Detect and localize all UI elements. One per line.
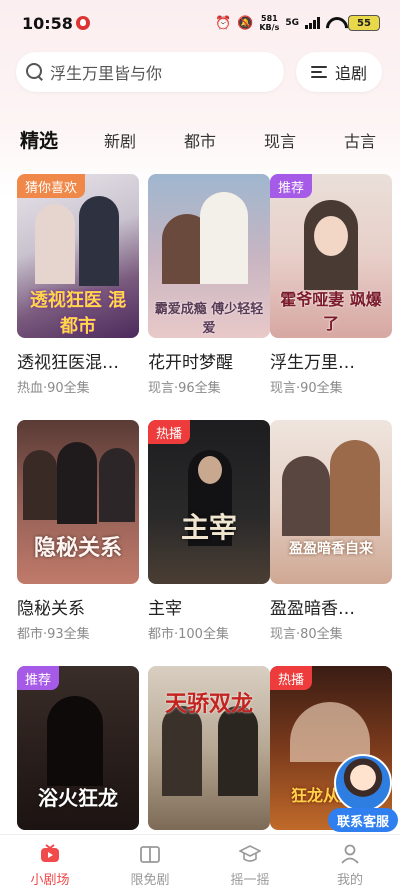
- nav-theater[interactable]: 小剧场: [0, 835, 100, 889]
- nav-mine[interactable]: 我的: [300, 835, 400, 889]
- drama-card[interactable]: 主宰 热播 主宰 都市·100全集: [148, 420, 270, 642]
- signal-icon: [305, 17, 320, 29]
- poster-title: 霍爷哑妻 飒爆了: [280, 290, 382, 333]
- tab-featured[interactable]: 精选: [20, 126, 58, 153]
- drama-meta: 都市·93全集: [17, 627, 90, 642]
- network-speed: 581 KB/s: [259, 14, 279, 32]
- mute-icon: 🔕: [237, 15, 254, 31]
- follow-drama-label: 追剧: [334, 64, 367, 83]
- tab-new[interactable]: 新剧: [104, 128, 136, 152]
- nav-free-label: 限免剧: [130, 873, 170, 888]
- nav-theater-label: 小剧场: [30, 873, 70, 888]
- drama-meta: 现言·80全集: [270, 627, 343, 642]
- search-icon: [26, 63, 44, 81]
- drama-card[interactable]: 隐秘关系 隐秘关系 都市·93全集: [17, 420, 139, 642]
- speed-value: 581: [261, 14, 278, 23]
- drama-meta: 现言·90全集: [270, 381, 343, 396]
- drama-card[interactable]: 霍爷哑妻 飒爆了 推荐 浮生万里… 现言·90全集: [270, 174, 392, 396]
- drama-card[interactable]: 天骄双龙: [148, 666, 270, 830]
- person-icon: [339, 843, 361, 865]
- nav-shake-label: 摇一摇: [230, 873, 270, 888]
- drama-title: 花开时梦醒: [148, 353, 233, 373]
- poster-title: 浴火狂龙: [38, 786, 118, 810]
- drama-card[interactable]: 浴火狂龙 推荐: [17, 666, 139, 830]
- list-icon: [310, 65, 329, 79]
- poster-tag: 猜你喜欢: [17, 174, 86, 198]
- status-time: 10:58: [22, 14, 73, 33]
- book-icon: [139, 843, 161, 865]
- nav-shake[interactable]: 摇一摇: [200, 835, 300, 889]
- search-input[interactable]: 浮生万里皆与你: [16, 52, 284, 92]
- tab-modern-romance[interactable]: 现言: [264, 128, 296, 152]
- customer-service-avatar: [334, 754, 392, 812]
- drama-meta: 热血·90全集: [17, 381, 90, 396]
- drama-poster[interactable]: 盈盈暗香自来: [270, 420, 392, 584]
- search-placeholder: 浮生万里皆与你: [50, 64, 163, 83]
- poster-tag: 热播: [270, 666, 313, 690]
- drama-meta: 都市·100全集: [148, 627, 229, 642]
- nav-free[interactable]: 限免剧: [100, 835, 200, 889]
- drama-poster[interactable]: 主宰 热播: [148, 420, 270, 584]
- battery-icon: 55: [348, 15, 380, 31]
- poster-title: 隐秘关系: [33, 536, 122, 561]
- alarm-icon: ⏰: [214, 15, 232, 31]
- drama-poster[interactable]: 天骄双龙: [148, 666, 270, 830]
- customer-service-button[interactable]: 联系客服: [326, 754, 400, 834]
- notification-icon: [76, 16, 90, 30]
- drama-title: 浮生万里…: [270, 353, 355, 373]
- theater-icon: [39, 843, 61, 865]
- drama-card[interactable]: 霸爱成瘾 傅少轻轻爱 花开时梦醒 现言·96全集: [148, 174, 270, 396]
- drama-meta: 现言·96全集: [148, 381, 221, 396]
- drama-poster[interactable]: 浴火狂龙 推荐: [17, 666, 139, 830]
- drama-poster[interactable]: 霍爷哑妻 飒爆了 推荐: [270, 174, 392, 338]
- poster-title: 霸爱成瘾 傅少轻轻爱: [154, 302, 264, 336]
- drama-card[interactable]: 盈盈暗香自来 盈盈暗香… 现言·80全集: [270, 420, 392, 642]
- poster-tag: 热播: [148, 420, 191, 444]
- speed-unit: KB/s: [259, 23, 280, 32]
- drama-poster[interactable]: 霸爱成瘾 傅少轻轻爱: [148, 174, 270, 338]
- wifi-icon: [326, 17, 342, 29]
- drama-title: 透视狂医混…: [17, 353, 119, 373]
- poster-title: 天骄双龙: [164, 692, 253, 717]
- drama-title: 隐秘关系: [17, 599, 85, 619]
- drama-title: 主宰: [148, 599, 182, 619]
- poster-title: 透视狂医 混都市: [29, 290, 127, 337]
- status-bar: 10:58 ⏰ 🔕 581 KB/s 5G 55: [0, 0, 400, 46]
- tab-urban[interactable]: 都市: [184, 128, 216, 152]
- drama-card[interactable]: 透视狂医 混都市 猜你喜欢 透视狂医混… 热血·90全集: [17, 174, 139, 396]
- drama-title: 盈盈暗香…: [270, 599, 355, 619]
- poster-title: 盈盈暗香自来: [289, 541, 373, 557]
- poster-tag: 推荐: [270, 174, 313, 198]
- status-indicators: ⏰ 🔕 581 KB/s 5G 55: [215, 12, 380, 34]
- poster-tag: 推荐: [17, 666, 60, 690]
- poster-title: 主宰: [180, 511, 237, 544]
- tab-ancient-romance[interactable]: 古言: [344, 128, 376, 152]
- customer-service-label: 联系客服: [328, 808, 398, 832]
- graduation-cap-icon: [238, 843, 262, 865]
- drama-poster[interactable]: 透视狂医 混都市 猜你喜欢: [17, 174, 139, 338]
- drama-poster[interactable]: 隐秘关系: [17, 420, 139, 584]
- bottom-nav: 小剧场 限免剧 摇一摇 我的: [0, 834, 400, 889]
- network-type: 5G: [285, 18, 299, 28]
- nav-mine-label: 我的: [336, 873, 363, 888]
- follow-drama-button[interactable]: 追剧: [296, 52, 382, 92]
- category-tabs: 精选 新剧 都市 现言 古言: [0, 120, 400, 160]
